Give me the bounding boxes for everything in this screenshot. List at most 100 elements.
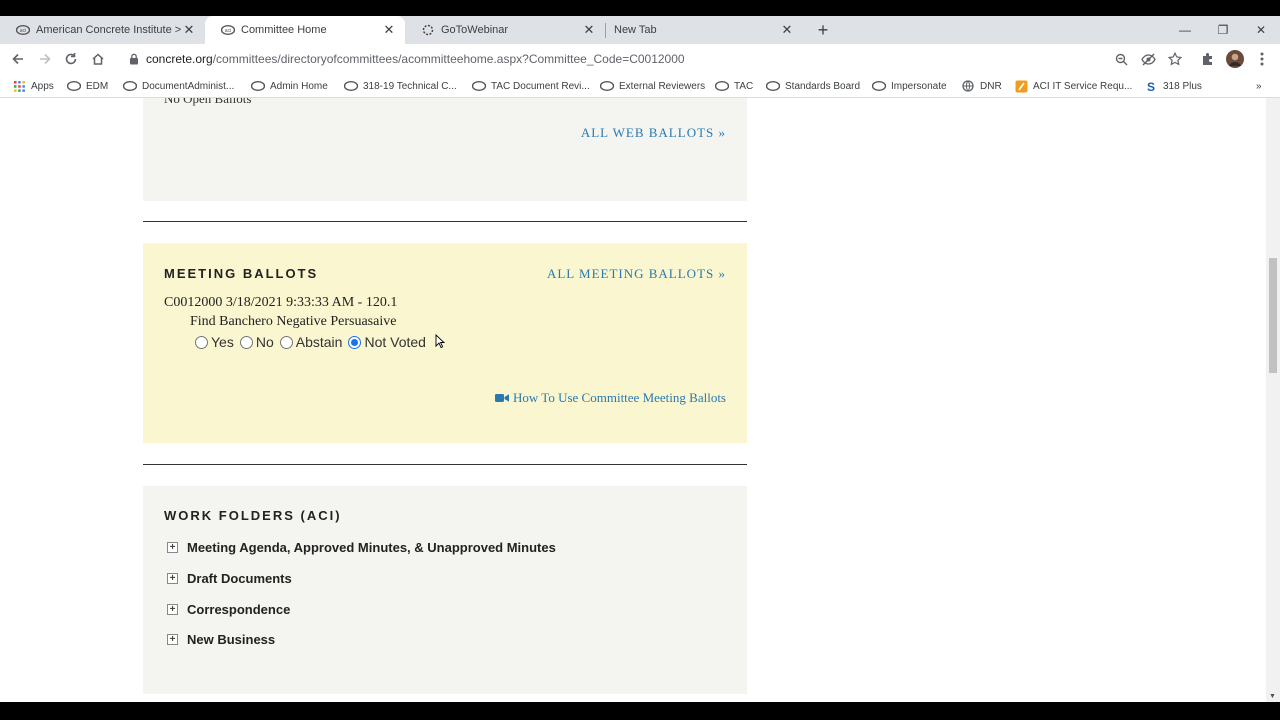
bookmark-tac[interactable]: TAC — [715, 78, 753, 94]
folder-draft-documents[interactable]: + Draft Documents — [167, 571, 292, 586]
folder-label[interactable]: Correspondence — [187, 602, 290, 617]
reload-button[interactable] — [60, 48, 82, 70]
bookmark-label: DocumentAdminist... — [142, 80, 235, 92]
aci-favicon-icon — [472, 79, 486, 93]
bookmark-documentadmin[interactable]: DocumentAdminist... — [123, 78, 234, 94]
aci-favicon-icon: aci — [221, 23, 235, 37]
tab-gotowebinar[interactable]: GoToWebinar ✕ — [405, 16, 605, 44]
scroll-down-arrow-icon[interactable]: ▼ — [1269, 693, 1276, 700]
aci-favicon-icon — [715, 79, 729, 93]
folder-label[interactable]: Draft Documents — [187, 571, 292, 586]
vote-no-radio[interactable] — [239, 335, 253, 349]
home-button[interactable] — [87, 48, 109, 70]
close-tab-icon[interactable]: ✕ — [181, 22, 197, 38]
section-divider — [143, 221, 747, 222]
reload-icon — [65, 53, 77, 65]
bookmark-label: Admin Home — [270, 80, 328, 92]
expand-plus-icon[interactable]: + — [167, 573, 178, 584]
vote-yes-radio[interactable] — [195, 335, 208, 349]
mouse-cursor-icon — [435, 333, 446, 353]
folder-correspondence[interactable]: + Correspondence — [167, 602, 290, 617]
bookmark-admin-home[interactable]: Admin Home — [251, 78, 328, 94]
bookmark-star-icon[interactable] — [1164, 48, 1186, 70]
expand-plus-icon[interactable]: + — [167, 604, 178, 615]
video-camera-icon — [495, 393, 510, 403]
bookmark-318-plus[interactable]: S 318 Plus — [1144, 78, 1202, 94]
svg-text:aci: aci — [20, 28, 26, 34]
folder-label[interactable]: New Business — [187, 632, 275, 647]
vote-yes-label[interactable]: Yes — [211, 334, 234, 350]
bookmark-tac-document[interactable]: TAC Document Revi... — [472, 78, 590, 94]
aci-favicon-icon — [766, 79, 780, 93]
close-tab-icon[interactable]: ✕ — [581, 22, 597, 38]
tab-title: American Concrete Institute > Ac — [36, 24, 181, 36]
url-text: concrete.org/committees/directoryofcommi… — [146, 52, 685, 66]
bookmark-aci-it-service[interactable]: ACI IT Service Requ... — [1014, 78, 1132, 94]
all-meeting-ballots-link[interactable]: ALL MEETING BALLOTS » — [547, 266, 726, 282]
aci-favicon-icon — [123, 79, 137, 93]
forward-button[interactable] — [34, 48, 56, 70]
restore-button[interactable]: ❐ — [1204, 16, 1242, 44]
tab-title: New Tab — [614, 24, 657, 36]
how-to-use-label: How To Use Committee Meeting Ballots — [513, 390, 726, 405]
bookmark-external-reviewers[interactable]: External Reviewers — [600, 78, 705, 94]
minimize-button[interactable]: — — [1166, 16, 1204, 44]
bookmark-standards-board[interactable]: Standards Board — [766, 78, 860, 94]
vote-radio-group: Yes No Abstain Not Voted — [195, 334, 432, 350]
tab-title: GoToWebinar — [441, 24, 509, 36]
service-request-icon — [1014, 79, 1028, 93]
back-arrow-icon — [12, 53, 23, 65]
new-tab-button[interactable]: + — [813, 20, 833, 40]
apps-grid-icon — [12, 79, 26, 93]
profile-avatar[interactable] — [1224, 48, 1246, 70]
bookmark-label: TAC Document Revi... — [491, 80, 590, 92]
zoom-icon[interactable] — [1110, 48, 1132, 70]
bookmark-label: Standards Board — [785, 80, 861, 92]
bookmark-edm[interactable]: EDM — [67, 78, 108, 94]
address-bar[interactable]: concrete.org/committees/directoryofcommi… — [118, 47, 1196, 71]
bookmark-318-technical[interactable]: 318-19 Technical C... — [344, 78, 457, 94]
vote-not-voted-radio[interactable] — [348, 335, 362, 349]
vote-not-voted-label[interactable]: Not Voted — [364, 334, 426, 350]
how-to-use-ballots-link[interactable]: How To Use Committee Meeting Ballots — [495, 390, 726, 406]
folder-new-business[interactable]: + New Business — [167, 632, 275, 647]
all-web-ballots-link[interactable]: ALL WEB BALLOTS » — [581, 125, 726, 141]
bookmarks-overflow-button[interactable]: » — [1256, 78, 1262, 94]
tab-aci[interactable]: aci American Concrete Institute > Ac ✕ — [0, 16, 205, 44]
aci-favicon-icon — [344, 79, 358, 93]
bookmark-apps[interactable]: Apps — [12, 78, 54, 94]
vote-abstain-label[interactable]: Abstain — [296, 334, 343, 350]
close-tab-icon[interactable]: ✕ — [381, 22, 397, 38]
globe-icon — [961, 79, 975, 93]
back-button[interactable] — [7, 48, 29, 70]
close-tab-icon[interactable]: ✕ — [779, 22, 795, 38]
tab-committee-home[interactable]: aci Committee Home ✕ — [205, 16, 405, 44]
page-scrollbar[interactable]: ▼ — [1266, 98, 1280, 702]
aci-favicon-icon — [251, 79, 265, 93]
forward-arrow-icon — [40, 53, 51, 65]
bookmark-label: DNR — [980, 80, 1002, 92]
page-viewport: No Open Ballots ALL WEB BALLOTS » MEETIN… — [0, 98, 1280, 702]
tab-new-tab[interactable]: New Tab ✕ — [598, 16, 803, 44]
scrollbar-thumb[interactable] — [1269, 258, 1277, 373]
meeting-ballots-title: MEETING BALLOTS — [164, 266, 319, 281]
more-menu-icon[interactable] — [1251, 48, 1273, 70]
tracking-blocked-icon[interactable] — [1137, 48, 1159, 70]
ballot-identifier: C0012000 3/18/2021 9:33:33 AM - 120.1 — [164, 295, 398, 310]
expand-plus-icon[interactable]: + — [167, 634, 178, 645]
expand-plus-icon[interactable]: + — [167, 542, 178, 553]
screen-top-bar — [0, 0, 1280, 16]
extensions-puzzle-icon[interactable] — [1197, 48, 1219, 70]
vote-abstain-radio[interactable] — [279, 335, 293, 349]
bookmarks-bar: Apps EDM DocumentAdminist... Admin Home … — [0, 74, 1280, 98]
url-path: /committees/directoryofcommittees/acommi… — [212, 52, 685, 66]
folder-label[interactable]: Meeting Agenda, Approved Minutes, & Unap… — [187, 540, 556, 555]
bookmark-dnr[interactable]: DNR — [961, 78, 1002, 94]
bookmark-label: 318 Plus — [1163, 80, 1202, 92]
close-window-button[interactable]: ✕ — [1242, 16, 1280, 44]
screen-bottom-bar — [0, 702, 1280, 720]
vote-no-label[interactable]: No — [256, 334, 274, 350]
bookmark-impersonate[interactable]: Impersonate — [872, 78, 947, 94]
folder-meeting-agenda[interactable]: + Meeting Agenda, Approved Minutes, & Un… — [167, 540, 556, 555]
lock-icon[interactable] — [126, 53, 142, 65]
